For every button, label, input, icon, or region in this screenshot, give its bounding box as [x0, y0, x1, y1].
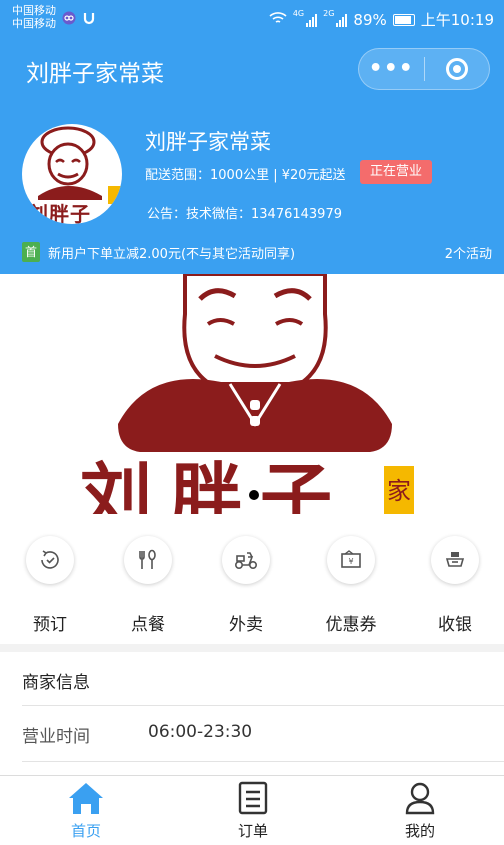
- business-hours-label: 营业时间: [22, 727, 90, 747]
- clock: 上午10:19: [420, 11, 494, 29]
- tab-label: 订单: [237, 822, 268, 840]
- orders-icon: [203, 780, 303, 816]
- signal-icon-1: [306, 13, 318, 27]
- quick-item-label: 预订: [33, 615, 67, 635]
- promo-bar[interactable]: 首 新用户下单立减2.00元(不与其它活动同享) 2个活动: [22, 241, 492, 263]
- cutlery-icon: [124, 536, 172, 584]
- carrier-1: 中国移动: [12, 4, 56, 17]
- carousel-indicator[interactable]: [249, 490, 259, 500]
- promo-tag: 首: [22, 242, 40, 262]
- target-icon: [445, 58, 468, 80]
- shop-logo[interactable]: 刘胖子: [22, 124, 122, 224]
- network-type-2: 2G: [323, 9, 335, 18]
- divider: [22, 761, 504, 762]
- banner-carousel[interactable]: 家 刘胖子: [0, 274, 504, 514]
- quick-item-label: 收银: [438, 615, 472, 635]
- page-title: 刘胖子家常菜: [26, 61, 164, 87]
- quick-item-reserve[interactable]: 预订: [5, 536, 95, 635]
- more-menu-button[interactable]: •••: [359, 48, 424, 90]
- tab-orders[interactable]: 订单: [203, 780, 303, 841]
- miniprogram-capsule: •••: [358, 48, 490, 90]
- tab-label: 首页: [70, 822, 101, 840]
- carrier-2: 中国移动: [12, 17, 56, 30]
- banner-brand-text: 刘胖子: [80, 455, 350, 514]
- banner-image: 家 刘胖子: [0, 274, 504, 514]
- shop-name: 刘胖子家常菜: [145, 130, 271, 154]
- status-bar: 中国移动 中国移动 4G 2G 89% 上午10:19: [0, 0, 504, 38]
- tab-label: 我的: [404, 822, 435, 840]
- tab-mine[interactable]: 我的: [370, 780, 470, 841]
- quick-item-coupon[interactable]: ¥ 优惠券: [306, 536, 396, 635]
- notification-icons: [62, 10, 96, 29]
- logo-text: 刘胖子: [28, 202, 91, 224]
- tab-home[interactable]: 首页: [36, 780, 136, 841]
- quick-item-delivery[interactable]: 外卖: [201, 536, 291, 635]
- shop-notice: 公告：技术微信：13476143979: [147, 207, 342, 222]
- merchant-info-title: 商家信息: [22, 673, 90, 693]
- business-hours-value: 06:00-23:30: [148, 722, 253, 742]
- scooter-icon: [222, 536, 270, 584]
- delivery-info: 配送范围：1000公里 | ¥20元起送: [145, 168, 346, 183]
- quick-item-order[interactable]: 点餐: [103, 536, 193, 635]
- user-icon: [370, 780, 470, 816]
- shop-header: 刘胖子 刘胖子家常菜 配送范围：1000公里 | ¥20元起送 正在营业 公告：…: [0, 102, 504, 274]
- carrier-info: 中国移动 中国移动: [12, 4, 56, 30]
- quick-menu: 预订 点餐 外卖 ¥ 优惠券 收银: [0, 514, 504, 644]
- wifi-icon: [269, 11, 287, 29]
- home-icon: [36, 780, 136, 816]
- signal-icon-2: [336, 13, 348, 27]
- quick-item-label: 点餐: [131, 615, 165, 635]
- tab-bar: 首页 订单 我的: [0, 775, 504, 845]
- battery-percent: 89%: [353, 10, 387, 29]
- status-badge: 正在营业: [360, 160, 433, 184]
- clock-check-icon: [26, 536, 74, 584]
- cashier-icon: [431, 536, 479, 584]
- coupon-icon: ¥: [327, 536, 375, 584]
- battery-icon: [392, 13, 415, 26]
- merchant-info-section: 商家信息 营业时间 06:00-23:30: [0, 652, 504, 775]
- divider: [22, 705, 504, 706]
- u-app-icon: [82, 10, 96, 29]
- network-type-1: 4G: [292, 9, 305, 18]
- promo-count[interactable]: 2个活动: [445, 243, 492, 262]
- promo-text: 新用户下单立减2.00元(不与其它活动同享): [48, 246, 296, 262]
- svg-text:¥: ¥: [348, 557, 353, 566]
- nav-bar: 刘胖子家常菜 •••: [0, 38, 504, 102]
- close-miniprogram-button[interactable]: [425, 58, 490, 80]
- quick-item-label: 优惠券: [325, 615, 377, 635]
- quick-item-label: 外卖: [229, 615, 263, 635]
- banner-brand-tag: 家: [387, 477, 411, 505]
- status-right: 4G 2G 89% 上午10:19: [269, 9, 494, 30]
- app-notification-icon: [62, 10, 76, 29]
- quick-item-cashier[interactable]: 收银: [410, 536, 500, 635]
